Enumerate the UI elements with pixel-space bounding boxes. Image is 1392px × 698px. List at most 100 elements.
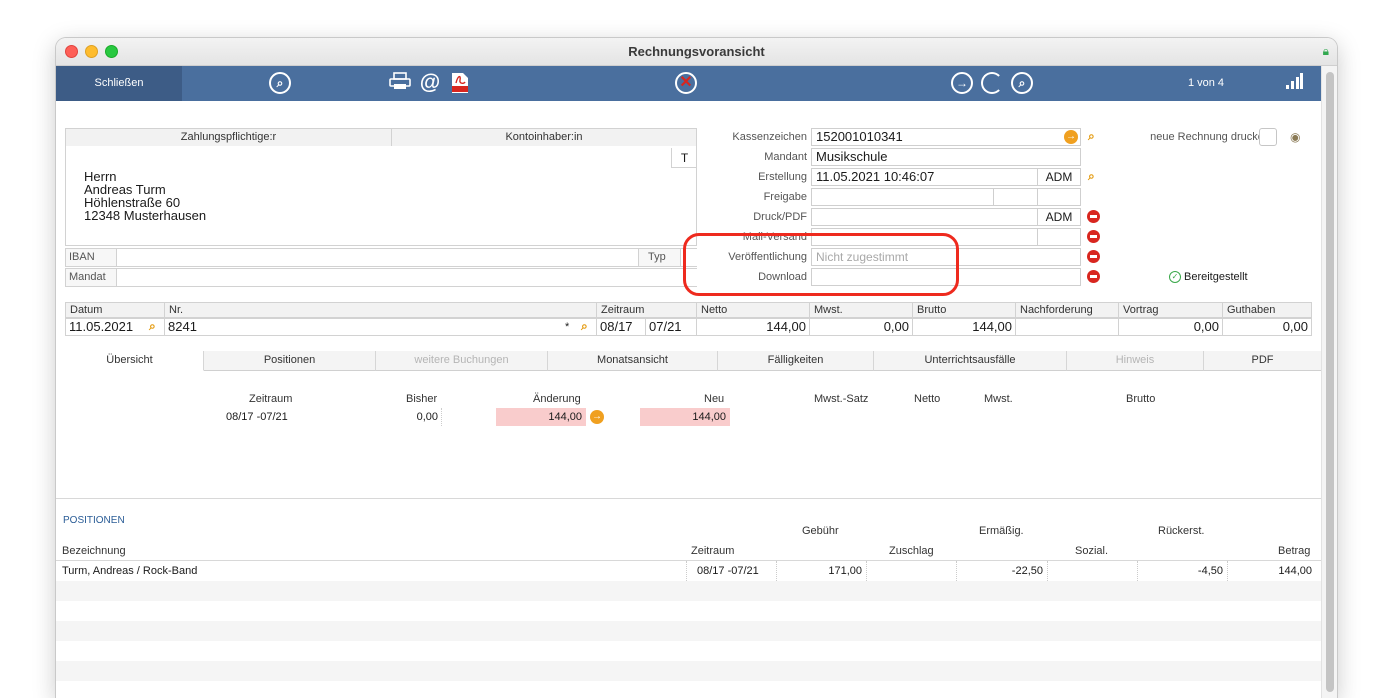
overview-header-mwst: Mwst. xyxy=(984,393,1013,405)
search-icon[interactable]: ⌕ xyxy=(581,319,588,334)
at-icon[interactable]: @ xyxy=(418,72,442,94)
positions-header-betrag: Betrag xyxy=(1278,545,1311,557)
positions-header-zeitraum: Zeitraum xyxy=(691,545,735,557)
position-rueckerst: -4,50 xyxy=(1197,565,1223,577)
freigabe-user-field[interactable] xyxy=(1037,188,1081,206)
eye-icon[interactable]: ◉ xyxy=(1290,130,1300,144)
t-button[interactable]: T xyxy=(671,148,697,168)
tab-pdf[interactable]: PDF xyxy=(1204,351,1321,371)
refresh-icon[interactable] xyxy=(981,72,1003,94)
positions-header-ermaessig: Ermäßig. xyxy=(979,525,1024,537)
search-circle-icon[interactable]: ⌕ xyxy=(269,72,291,94)
new-invoice-checkbox[interactable] xyxy=(1259,128,1277,146)
search-circle-icon[interactable]: ⌕ xyxy=(1011,72,1033,94)
mandant-field[interactable]: Musikschule xyxy=(811,148,1081,166)
erstellung-field[interactable]: 11.05.2021 10:46:07 xyxy=(811,168,1038,186)
pdf-icon[interactable] xyxy=(448,72,472,94)
arrow-right-circle-icon[interactable]: → xyxy=(951,72,973,94)
mandant-label: Mandant xyxy=(764,151,807,163)
empty-row xyxy=(56,581,1321,601)
druck-label: Druck/PDF xyxy=(753,211,807,223)
summary-brutto-field[interactable]: 144,00 xyxy=(912,318,1016,336)
close-button[interactable]: Schließen xyxy=(56,66,182,101)
summary-zeitraum-to[interactable]: 07/21 xyxy=(645,318,697,336)
tab-positionen[interactable]: Positionen xyxy=(204,351,376,371)
tab-weitere-buchungen[interactable]: weitere Buchungen xyxy=(376,351,548,371)
no-entry-icon[interactable]: ✕ xyxy=(675,72,697,94)
summary-header-datum: Datum xyxy=(65,302,165,318)
positions-header-bezeichnung: Bezeichnung xyxy=(62,545,126,557)
divider xyxy=(1047,561,1048,581)
overview-header-zeitraum: Zeitraum xyxy=(249,393,293,405)
mail-versand-user-field[interactable] xyxy=(1037,228,1081,246)
section-divider xyxy=(56,498,1321,499)
account-holder-column-header[interactable]: Kontoinhaber:in xyxy=(391,128,697,147)
invoice-preview-window: Rechnungsvoransicht 🔒︎ Schließen ⌕ @ ✕ →… xyxy=(56,38,1337,698)
summary-nachforderung-field[interactable] xyxy=(1015,318,1119,336)
summary-guthaben-field[interactable]: 0,00 xyxy=(1222,318,1312,336)
tab-faelligkeiten[interactable]: Fälligkeiten xyxy=(718,351,874,371)
summary-header-zeitraum: Zeitraum xyxy=(596,302,697,318)
druck-field[interactable] xyxy=(811,208,1038,226)
overview-header-bisher: Bisher xyxy=(406,393,438,405)
overview-header-mwst-satz: Mwst.-Satz xyxy=(814,393,869,405)
summary-header-vortrag: Vortrag xyxy=(1118,302,1223,318)
overview-header-neu: Neu xyxy=(704,393,725,405)
kassenzeichen-field[interactable]: 152001010341 xyxy=(811,128,1081,146)
positions-title: POSITIONEN xyxy=(63,515,125,526)
lock-icon: 🔒︎ xyxy=(1322,44,1329,58)
tab-monatsansicht[interactable]: Monatsansicht xyxy=(548,351,718,371)
summary-nr-marker: * xyxy=(565,321,570,333)
overview-header-netto: Netto xyxy=(914,393,941,405)
freigabe-label: Freigabe xyxy=(763,191,807,203)
summary-mwst-field[interactable]: 0,00 xyxy=(809,318,913,336)
overview-header-brutto: Brutto xyxy=(1126,393,1156,405)
search-icon[interactable]: ⌕ xyxy=(1088,169,1095,184)
search-icon[interactable]: ⌕ xyxy=(1088,129,1095,144)
positions-header-zuschlag: Zuschlag xyxy=(889,545,934,557)
summary-vortrag-field[interactable]: 0,00 xyxy=(1118,318,1223,336)
printer-icon[interactable] xyxy=(388,72,412,94)
mandate-label: Mandat xyxy=(69,271,106,283)
iban-input[interactable] xyxy=(116,249,639,266)
freigabe-time-field[interactable] xyxy=(993,188,1038,206)
check-circle-icon: ✓ xyxy=(1169,271,1181,283)
erstellung-user-field[interactable]: ADM xyxy=(1037,168,1081,186)
go-arrow-icon[interactable]: → xyxy=(1064,130,1078,144)
remove-icon[interactable] xyxy=(1087,210,1100,223)
position-bezeichnung: Turm, Andreas / Rock-Band xyxy=(62,565,198,577)
tab-unterrichtsausfaelle[interactable]: Unterrichtsausfälle xyxy=(874,351,1067,371)
highlight-outline xyxy=(683,233,959,296)
erstellung-label: Erstellung xyxy=(758,171,807,183)
remove-icon[interactable] xyxy=(1087,250,1100,263)
type-label: Typ xyxy=(648,251,666,263)
remove-icon[interactable] xyxy=(1087,270,1100,283)
summary-nr-field[interactable]: 8241 xyxy=(164,318,597,336)
apply-arrow-icon[interactable]: → xyxy=(590,410,604,424)
position-betrag: 144,00 xyxy=(1278,565,1312,577)
druck-user-field[interactable]: ADM xyxy=(1037,208,1081,226)
toolbar: Schließen ⌕ @ ✕ → ⌕ 1 von 4 xyxy=(56,66,1321,101)
divider xyxy=(866,561,867,581)
tab-uebersicht[interactable]: Übersicht xyxy=(56,351,204,371)
address-box[interactable]: T Herrn Andreas Turm Höhlenstraße 60 123… xyxy=(65,146,697,246)
summary-zeitraum-from[interactable]: 08/17 xyxy=(596,318,646,336)
summary-netto-field[interactable]: 144,00 xyxy=(696,318,810,336)
overview-neu: 144,00 xyxy=(640,408,730,426)
summary-header-netto: Netto xyxy=(696,302,810,318)
freigabe-field[interactable] xyxy=(811,188,994,206)
mandate-row: Mandat xyxy=(65,268,697,287)
scroll-thumb[interactable] xyxy=(1326,72,1334,692)
search-icon[interactable]: ⌕ xyxy=(149,319,156,334)
table-row[interactable]: Turm, Andreas / Rock-Band 08/17 -07/21 1… xyxy=(56,561,1321,581)
divider xyxy=(1227,561,1228,581)
iban-label: IBAN xyxy=(69,251,95,263)
remove-icon[interactable] xyxy=(1087,230,1100,243)
signal-icon[interactable] xyxy=(1284,72,1304,94)
vertical-scrollbar[interactable] xyxy=(1321,66,1337,698)
tab-hinweis[interactable]: Hinweis xyxy=(1067,351,1204,371)
payer-column-header[interactable]: Zahlungspflichtige:r xyxy=(65,128,392,147)
mandate-input[interactable] xyxy=(116,269,697,286)
address-line: 12348 Musterhausen xyxy=(84,208,207,223)
divider xyxy=(956,561,957,581)
